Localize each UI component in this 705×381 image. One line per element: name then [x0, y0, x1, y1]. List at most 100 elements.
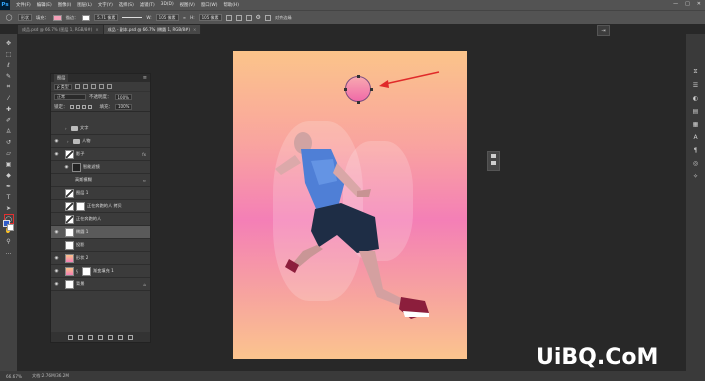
maximize-button[interactable]: □	[685, 1, 690, 7]
layer-row[interactable]: 高斯模糊 ≈	[51, 174, 150, 187]
new-layer-icon[interactable]	[118, 334, 123, 340]
filter-pixel-icon[interactable]	[74, 84, 80, 89]
layer-row[interactable]: ◉ 背景 ⌂	[51, 278, 150, 291]
filter-text-icon[interactable]	[90, 84, 96, 89]
layer-row[interactable]: › 文字	[51, 122, 150, 135]
stroke-swatch[interactable]	[82, 14, 91, 21]
link-layers-icon[interactable]	[68, 334, 73, 340]
layer-row[interactable]: 正在奔跑的人	[51, 213, 150, 226]
text-icon[interactable]: T	[4, 192, 14, 202]
minimize-button[interactable]: —	[673, 1, 678, 7]
filter-options-icon[interactable]: ≈	[143, 178, 146, 183]
width-input[interactable]: 105 像素	[155, 14, 179, 21]
layer-row[interactable]: 正在奔跑的人 拷贝	[51, 200, 150, 213]
layer-row[interactable]: 图层 1	[51, 187, 150, 200]
properties-icon[interactable]: ☰	[692, 81, 700, 89]
lock-pixels-icon[interactable]	[69, 104, 74, 109]
menu-filter[interactable]: 滤镜(T)	[140, 2, 155, 8]
layer-row[interactable]: ◉ 智能滤镜	[51, 161, 150, 174]
align-edges-checkbox[interactable]	[264, 14, 271, 21]
layer-row[interactable]: ◉ 形状 2	[51, 252, 150, 265]
menu-select[interactable]: 选择(S)	[119, 2, 134, 8]
ellipse-shape[interactable]	[345, 76, 371, 102]
expand-caret-icon[interactable]: ›	[65, 126, 69, 131]
eye-icon[interactable]: ◉	[53, 230, 60, 235]
filter-smart-icon[interactable]	[106, 84, 112, 89]
document-canvas[interactable]	[233, 51, 467, 359]
tab-document-2[interactable]: 成品 - 副本.psd @ 66.7% (椭圆 1, RGB/8#) ×	[103, 25, 202, 34]
anchor-point[interactable]	[370, 88, 373, 91]
close-icon[interactable]: ×	[95, 27, 98, 32]
menu-type[interactable]: 文字(Y)	[98, 2, 113, 8]
layers-tab[interactable]: 图层	[54, 74, 69, 82]
anchor-point[interactable]	[357, 101, 360, 104]
tab-document-1[interactable]: 成品.psd @ 66.7% (图层 1, RGB/8#) ×	[18, 25, 104, 34]
zoom-level[interactable]: 66.67%	[6, 374, 22, 379]
eye-icon[interactable]: ◉	[53, 152, 60, 157]
menu-help[interactable]: 帮助(H)	[223, 2, 239, 8]
panel-toggle-icon[interactable]: ⇥	[597, 25, 610, 36]
history-icon[interactable]: ⧖	[692, 68, 700, 76]
background-color-swatch[interactable]	[7, 224, 14, 231]
anchor-point[interactable]	[344, 88, 347, 91]
stroke-style-line[interactable]	[122, 17, 143, 18]
gradient-icon[interactable]: ▣	[4, 159, 14, 169]
layer-row-selected[interactable]: ◉ 椭圆 1	[51, 226, 150, 239]
fill-input[interactable]: 100%	[115, 103, 133, 110]
filter-adjust-icon[interactable]	[82, 84, 88, 89]
paths-icon[interactable]: ✧	[692, 172, 700, 180]
trash-icon[interactable]	[128, 334, 133, 340]
path-arrangement-icon[interactable]	[245, 14, 252, 21]
pen-icon[interactable]: ✒	[4, 181, 14, 191]
more-tools-icon[interactable]: …	[4, 247, 14, 257]
paragraph-icon[interactable]: ¶	[692, 146, 700, 154]
brush-icon[interactable]: ✐	[4, 115, 14, 125]
link-icon[interactable]: ∞	[183, 15, 187, 20]
menu-window[interactable]: 窗口(W)	[201, 2, 218, 8]
eyedropper-icon[interactable]: ⁄	[4, 93, 14, 103]
menu-edit[interactable]: 编辑(E)	[37, 2, 52, 8]
filter-shape-icon[interactable]	[98, 84, 104, 89]
close-button[interactable]: ✕	[697, 1, 701, 7]
eye-icon[interactable]: ◉	[53, 256, 60, 261]
ellipse-tool-preset-icon[interactable]: ◯	[4, 13, 14, 23]
layer-row[interactable]: ◉ 影子 fx	[51, 148, 150, 161]
adjustments-icon[interactable]: ◐	[692, 94, 700, 102]
layer-row[interactable]: ◉ › 人物	[51, 135, 150, 148]
adjustment-layer-icon[interactable]	[98, 334, 103, 340]
layer-row[interactable]: 投影	[51, 239, 150, 252]
path-operations-icon[interactable]	[225, 14, 232, 21]
add-style-icon[interactable]	[78, 334, 83, 340]
fill-swatch[interactable]	[52, 14, 62, 21]
eye-icon[interactable]: ◉	[53, 282, 60, 287]
character-icon[interactable]: A	[692, 133, 700, 141]
menu-view[interactable]: 视图(V)	[180, 2, 195, 8]
stroke-width-input[interactable]: 5.71 像素	[94, 14, 119, 21]
anchor-point[interactable]	[357, 75, 360, 78]
color-icon[interactable]: ▤	[692, 107, 700, 115]
menu-image[interactable]: 图像(I)	[58, 2, 72, 8]
menu-file[interactable]: 文件(F)	[16, 2, 31, 8]
move-icon[interactable]: ✥	[4, 38, 14, 48]
healing-icon[interactable]: ✚	[4, 104, 14, 114]
eye-icon[interactable]: ◉	[63, 165, 70, 170]
lock-paint-icon[interactable]	[75, 104, 80, 109]
stamp-icon[interactable]: ♙	[4, 126, 14, 136]
marquee-icon[interactable]: ⬚	[4, 49, 14, 59]
channels-icon[interactable]: ◎	[692, 159, 700, 167]
filter-kind-select[interactable]: ρ 类型	[54, 83, 72, 90]
eye-icon[interactable]: ◉	[53, 269, 60, 274]
path-alignment-icon[interactable]	[235, 14, 242, 21]
lock-position-icon[interactable]	[81, 104, 86, 109]
path-select-icon[interactable]: ➤	[4, 203, 14, 213]
blur-icon[interactable]: ◆	[4, 170, 14, 180]
lasso-icon[interactable]: ℓ	[4, 60, 14, 70]
menu-3d[interactable]: 3D(D)	[161, 2, 174, 8]
new-group-icon[interactable]	[108, 334, 113, 340]
shape-mode-select[interactable]: 形状	[18, 14, 32, 21]
floating-mini-panel[interactable]	[487, 151, 500, 171]
height-input[interactable]: 105 像素	[198, 14, 222, 21]
eraser-icon[interactable]: ▱	[4, 148, 14, 158]
quick-select-icon[interactable]: ✎	[4, 71, 14, 81]
blend-mode-select[interactable]: 正常	[54, 94, 86, 100]
